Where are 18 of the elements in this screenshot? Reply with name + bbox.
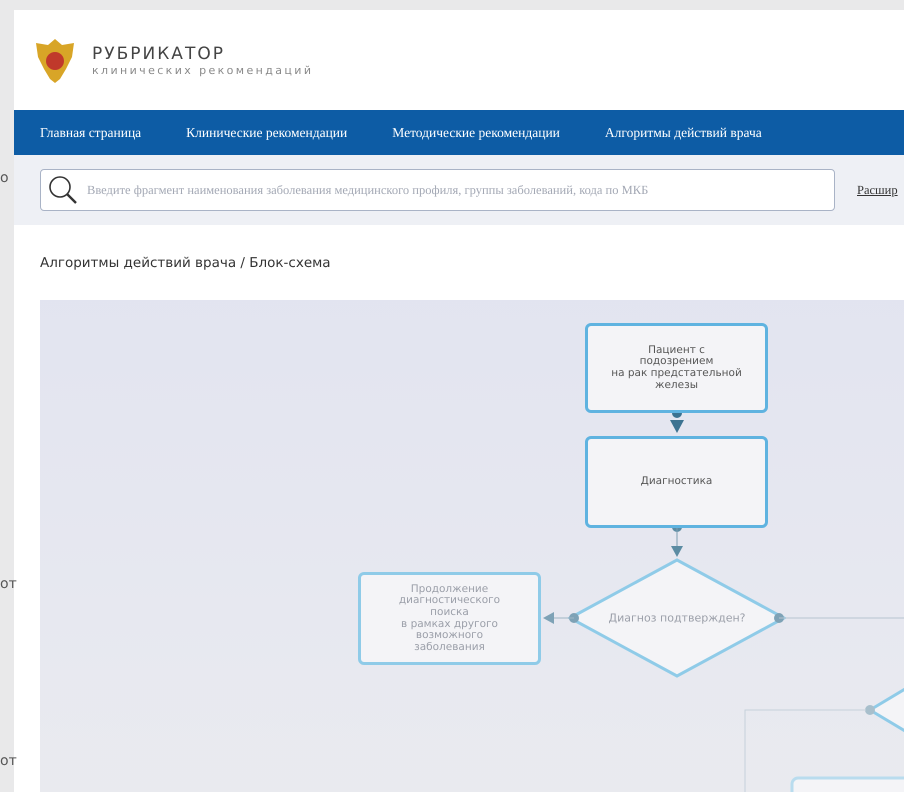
breadcrumb: Алгоритмы действий врача / Блок-схема	[40, 254, 331, 270]
background-text: от	[0, 576, 17, 592]
site-subtitle: клинических рекомендаций	[92, 64, 314, 76]
nav-link[interactable]: Главная страница	[40, 124, 142, 140]
process-box: Пациент с подозрением на рак предстательной железы	[585, 323, 768, 413]
nav-link[interactable]: Методические рекомендации	[392, 124, 560, 140]
search-icon	[48, 175, 78, 205]
decision-label: Диагноз подтвержден?	[608, 612, 746, 624]
nav-link[interactable]: Алгоритмы действий врача	[604, 124, 762, 140]
background-text: о	[0, 170, 9, 186]
background-text: от	[0, 753, 17, 769]
process-box: Диагностика	[585, 436, 768, 528]
search-field[interactable]: Введите фрагмент наименования заболевания медицинского профиля, группы заболеваний, кода по МКБ	[40, 169, 835, 211]
process-box: Продолжение диагностического поиска в рамках другого возможного заболевания	[358, 572, 541, 665]
connector-arrow	[543, 612, 579, 624]
site-title: РУБРИКАТОР	[92, 44, 226, 64]
nav-link[interactable]: Клинические рекомендации	[186, 124, 348, 140]
advanced-search-link[interactable]: Расшир	[857, 182, 898, 198]
